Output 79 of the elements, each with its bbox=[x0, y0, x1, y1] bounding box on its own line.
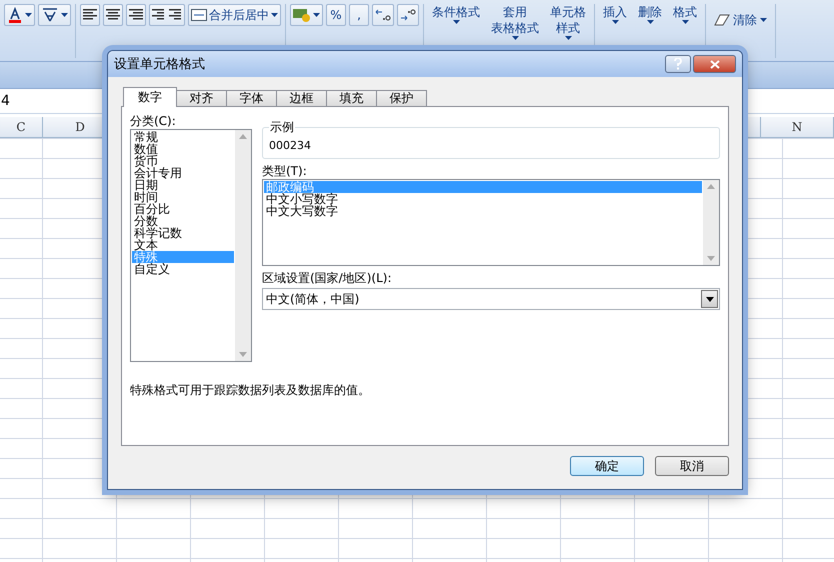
merge-center-button[interactable]: 合并后居中 bbox=[188, 4, 281, 26]
increase-decimal-button[interactable] bbox=[372, 4, 394, 26]
close-icon bbox=[710, 60, 720, 68]
caret-icon bbox=[612, 20, 618, 24]
ribbon-button[interactable]: 单元格 样式 bbox=[546, 4, 590, 40]
align-button[interactable] bbox=[80, 4, 100, 26]
locale-label: 区域设置(国家/地区)(L): bbox=[262, 270, 392, 286]
tab[interactable]: 对齐 bbox=[176, 90, 227, 107]
caret-icon bbox=[25, 13, 32, 17]
eraser-icon bbox=[714, 14, 730, 26]
align-icon bbox=[83, 9, 97, 21]
align-button[interactable] bbox=[126, 4, 146, 26]
dialog-button[interactable]: 取消 bbox=[655, 456, 729, 476]
ribbon-button[interactable]: 插入 bbox=[599, 4, 631, 24]
category-item[interactable]: 文本 bbox=[132, 239, 234, 251]
category-item[interactable]: 常规 bbox=[132, 131, 234, 143]
sample-value: 000234 bbox=[269, 139, 311, 152]
category-item[interactable]: 货币 bbox=[132, 155, 234, 167]
category-item[interactable]: 时间 bbox=[132, 191, 234, 203]
description-text: 特殊格式可用于跟踪数据列表及数据库的值。 bbox=[130, 382, 371, 399]
align-button[interactable] bbox=[103, 4, 123, 26]
caret-icon bbox=[682, 20, 688, 24]
indent-button[interactable] bbox=[149, 4, 185, 26]
ribbon-button[interactable]: 删除 bbox=[634, 4, 666, 24]
phonetic-button[interactable] bbox=[38, 4, 71, 26]
type-list[interactable]: 邮政编码 中文小写数字 中文大写数字 bbox=[262, 179, 720, 266]
align-icon bbox=[129, 9, 143, 21]
merge-icon bbox=[191, 9, 207, 21]
column-header[interactable]: C bbox=[0, 117, 43, 137]
category-item[interactable]: 分数 bbox=[132, 215, 234, 227]
tab[interactable]: 字体 bbox=[226, 90, 277, 107]
category-item[interactable]: 数值 bbox=[132, 143, 234, 155]
caret-icon bbox=[564, 36, 572, 40]
category-item[interactable]: 科学记数 bbox=[132, 227, 234, 239]
decimal-icon bbox=[375, 8, 391, 22]
percent-button[interactable]: % bbox=[326, 4, 346, 26]
locale-select[interactable]: 中文(简体，中国) bbox=[262, 288, 720, 310]
caret-icon bbox=[61, 13, 68, 17]
caret-icon bbox=[646, 20, 654, 24]
help-button[interactable] bbox=[665, 55, 691, 73]
comma-button[interactable]: , bbox=[349, 4, 369, 26]
category-item[interactable]: 日期 bbox=[132, 179, 234, 191]
dialog-title: 设置单元格格式 bbox=[114, 56, 205, 73]
caret-icon bbox=[452, 20, 460, 24]
column-header[interactable]: N bbox=[761, 117, 834, 137]
category-item[interactable]: 会计专用 bbox=[132, 167, 234, 179]
tab[interactable]: 边框 bbox=[276, 90, 327, 107]
font-color-button[interactable] bbox=[4, 4, 35, 26]
caret-icon bbox=[760, 18, 767, 22]
tab[interactable]: 填充 bbox=[326, 90, 377, 107]
tab[interactable]: 数字 bbox=[123, 87, 177, 107]
align-icon bbox=[106, 9, 120, 21]
type-label: 类型(T): bbox=[262, 163, 308, 179]
decrease-decimal-button[interactable] bbox=[397, 4, 419, 26]
caret-icon bbox=[512, 36, 518, 40]
caret-icon bbox=[271, 13, 278, 17]
sample-legend: 示例 bbox=[269, 119, 295, 136]
dropdown-icon bbox=[706, 296, 714, 302]
type-item[interactable]: 中文大写数字 bbox=[264, 205, 702, 217]
category-item[interactable]: 百分比 bbox=[132, 203, 234, 215]
type-item[interactable]: 中文小写数字 bbox=[264, 193, 702, 205]
category-list[interactable]: 常规 数值 货币 会计专用 日期 时间 百分比 分数 科学记数 文本 特殊 自定义 bbox=[130, 129, 252, 362]
category-item[interactable]: 自定义 bbox=[132, 263, 234, 275]
name-box[interactable]: 4 bbox=[1, 93, 10, 109]
money-icon bbox=[293, 8, 311, 22]
dialog-button[interactable]: 确定 bbox=[570, 456, 644, 476]
ribbon-button[interactable]: 条件格式 bbox=[428, 4, 484, 24]
ribbon-button[interactable]: 格式 bbox=[669, 4, 701, 24]
help-icon bbox=[674, 58, 682, 70]
ribbon-button[interactable]: 套用 表格格式 bbox=[487, 4, 543, 40]
currency-button[interactable] bbox=[290, 4, 323, 26]
decimal-icon bbox=[400, 8, 416, 22]
font-color-icon bbox=[7, 7, 23, 23]
close-button[interactable] bbox=[693, 55, 736, 73]
category-label: 分类(C): bbox=[130, 113, 177, 129]
clear-button[interactable]: 清除 bbox=[710, 12, 771, 28]
tab[interactable]: 保护 bbox=[376, 90, 427, 107]
indent-icon bbox=[152, 9, 182, 21]
caret-icon bbox=[313, 13, 320, 17]
